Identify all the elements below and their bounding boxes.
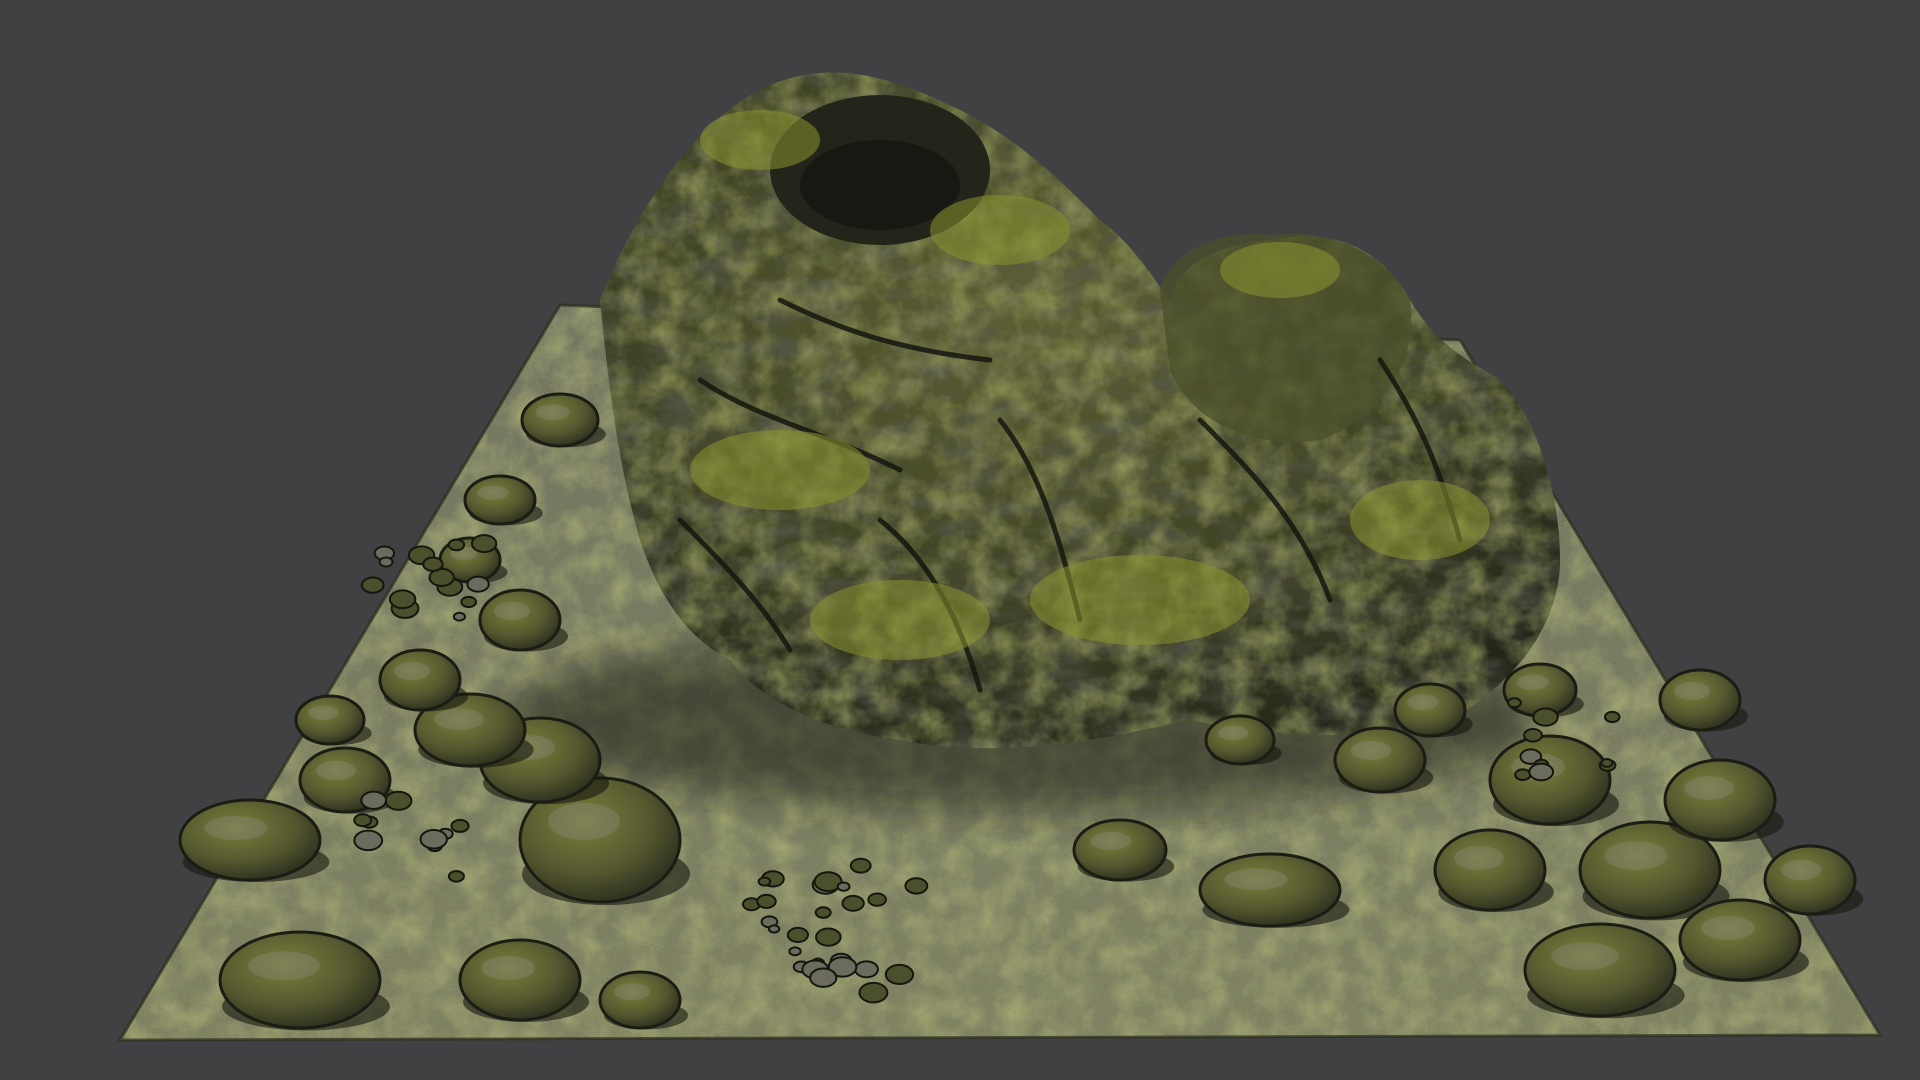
pebble	[858, 981, 889, 1004]
pebble	[378, 556, 394, 568]
3d-viewport[interactable]	[0, 0, 1920, 1080]
pebble	[814, 906, 832, 919]
pebble	[466, 575, 490, 593]
pebble	[1600, 758, 1614, 768]
pebble	[1528, 762, 1555, 782]
pebble	[450, 818, 470, 833]
pebble	[1506, 697, 1522, 709]
pebble	[884, 963, 915, 986]
pebble	[1532, 707, 1559, 727]
pebble	[470, 534, 498, 554]
pebble	[867, 892, 887, 907]
pebble	[422, 556, 444, 572]
pebble	[849, 857, 872, 874]
pebble	[353, 813, 373, 828]
pebble	[767, 924, 781, 934]
pebble	[360, 790, 388, 810]
pebble	[388, 589, 417, 610]
pebble	[757, 876, 772, 887]
pebble	[788, 946, 802, 957]
pebble	[756, 893, 777, 909]
pebble	[353, 829, 384, 852]
pebble	[1603, 710, 1621, 724]
pebble	[447, 870, 465, 883]
pebble	[815, 927, 842, 947]
pebble	[452, 611, 467, 622]
terrain-render	[0, 0, 1920, 1080]
pebble	[904, 877, 929, 895]
pebble	[447, 538, 466, 552]
pebble	[836, 881, 851, 892]
pebble	[384, 790, 413, 811]
pebble	[419, 829, 448, 850]
pebble	[841, 894, 865, 912]
pebble	[1514, 768, 1532, 782]
pebble	[360, 576, 385, 594]
pebble	[1523, 727, 1543, 743]
pebble	[786, 926, 809, 944]
pebble	[854, 960, 879, 979]
pebble	[809, 967, 838, 988]
pebble	[460, 595, 478, 609]
